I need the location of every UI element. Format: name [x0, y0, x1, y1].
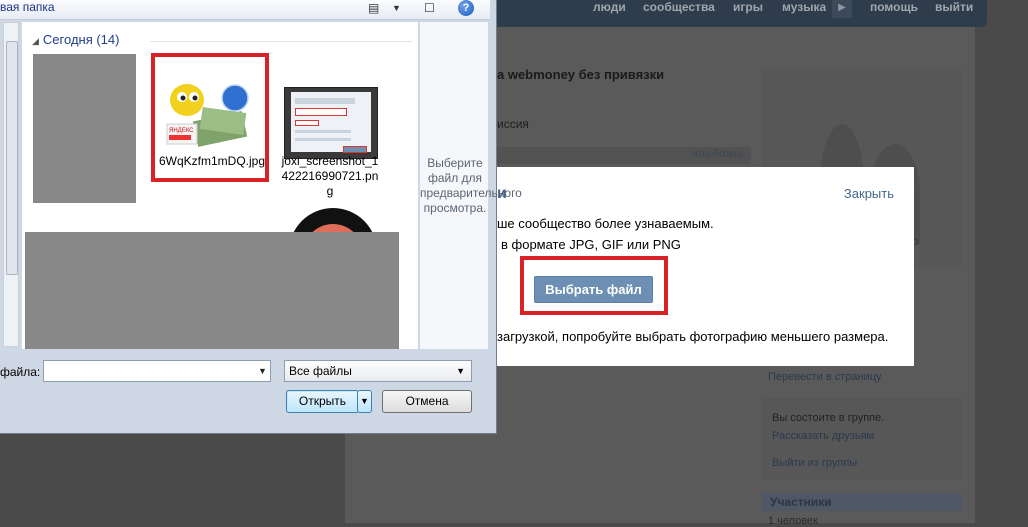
- preview-pane-toggle-icon[interactable]: ☐: [424, 1, 435, 15]
- upload-photo-modal: и Закрыть ше сообщество более узнаваемым…: [497, 167, 914, 366]
- yandex-thumbnail-label: ЯНДЕКС: [169, 128, 194, 134]
- yandex-money-thumbnail[interactable]: ЯНДЕКС: [165, 80, 255, 148]
- navigation-scroll-thumb[interactable]: [6, 41, 18, 275]
- joxi-screenshot-thumbnail[interactable]: [284, 87, 378, 159]
- transfer-to-page-link[interactable]: Перевести в страницу: [768, 371, 882, 383]
- member-status-text: Вы состоите в группе.: [772, 412, 885, 424]
- choose-file-button[interactable]: Выбрать файл: [534, 276, 653, 303]
- dialog-toolbar: вая папка ▤ ▼ ☐ ?: [0, 0, 490, 20]
- nav-logout[interactable]: выйти: [935, 0, 973, 16]
- preview-pane: Выберите файл для предварительного просм…: [420, 22, 522, 349]
- group-title: а webmoney без привязки: [497, 67, 665, 82]
- open-options-dropdown-icon[interactable]: ▼: [357, 390, 372, 413]
- modal-close-link[interactable]: Закрыть: [844, 186, 894, 201]
- members-count: 1 человек: [768, 515, 818, 527]
- filename-history-dropdown-icon[interactable]: ▼: [258, 366, 267, 376]
- preview-hint-text: Выберите файл для предварительного просм…: [420, 156, 522, 215]
- members-header: Участники: [762, 493, 962, 511]
- navigation-pane-scrollbar[interactable]: [3, 22, 19, 347]
- modal-description: ше сообщество более узнаваемым.: [497, 216, 714, 231]
- file-open-dialog: вая папка ▤ ▼ ☐ ? ◢ Сегодня (14) ЯНДЕКС 6…: [0, 0, 522, 434]
- cancel-button[interactable]: Отмена: [382, 390, 472, 413]
- file-thumbnail-obscured[interactable]: [33, 54, 136, 203]
- view-options-dropdown-icon[interactable]: ▼: [392, 3, 401, 13]
- file-name-joxi[interactable]: joxi_screenshot_1422216990721.png: [280, 154, 380, 199]
- nav-people[interactable]: люди: [593, 0, 626, 16]
- filename-label: файла:: [0, 365, 41, 379]
- file-thumbnails-obscured: [25, 232, 399, 349]
- file-type-filter-select[interactable]: Все файлы ▼: [284, 360, 472, 382]
- file-type-filter-value: Все файлы: [289, 364, 352, 378]
- filename-input[interactable]: [43, 360, 271, 382]
- members-header-label[interactable]: Участники: [770, 495, 832, 509]
- chevron-down-icon: ▼: [456, 366, 465, 376]
- albums-header: альбомы: [497, 147, 751, 164]
- group-header-divider: [150, 41, 412, 42]
- view-options-icon[interactable]: ▤: [368, 1, 379, 15]
- group-info-line: иссия: [497, 117, 529, 131]
- file-list: ◢ Сегодня (14) ЯНДЕКС 6WqKzfm1mDQ.jpg jo…: [22, 22, 418, 349]
- open-button[interactable]: Открыть: [286, 390, 359, 413]
- help-icon[interactable]: ?: [458, 0, 474, 16]
- tell-friends-link[interactable]: Рассказать друзьям: [772, 430, 874, 442]
- joxi-thumbnail-content: [291, 92, 371, 153]
- modal-format-hint: в формате JPG, GIF или PNG: [501, 237, 681, 252]
- nav-music[interactable]: музыка: [782, 0, 826, 16]
- leave-group-link[interactable]: Выйти из группы: [772, 457, 857, 469]
- nav-communities[interactable]: сообщества: [643, 0, 715, 16]
- nav-games[interactable]: игры: [733, 0, 763, 16]
- modal-size-hint: загрузкой, попробуйте выбрать фотографию…: [497, 329, 889, 344]
- new-folder-button[interactable]: вая папка: [0, 0, 55, 14]
- albums-label[interactable]: альбомы: [692, 148, 743, 160]
- nav-more-arrow-icon[interactable]: ▶: [832, 0, 852, 18]
- nav-help[interactable]: помощь: [870, 0, 918, 16]
- collapse-triangle-icon[interactable]: ◢: [32, 36, 39, 46]
- file-name-yandex[interactable]: 6WqKzfm1mDQ.jpg: [159, 154, 265, 169]
- group-header-today[interactable]: ◢ Сегодня (14): [32, 32, 119, 47]
- group-header-label: Сегодня (14): [42, 32, 120, 47]
